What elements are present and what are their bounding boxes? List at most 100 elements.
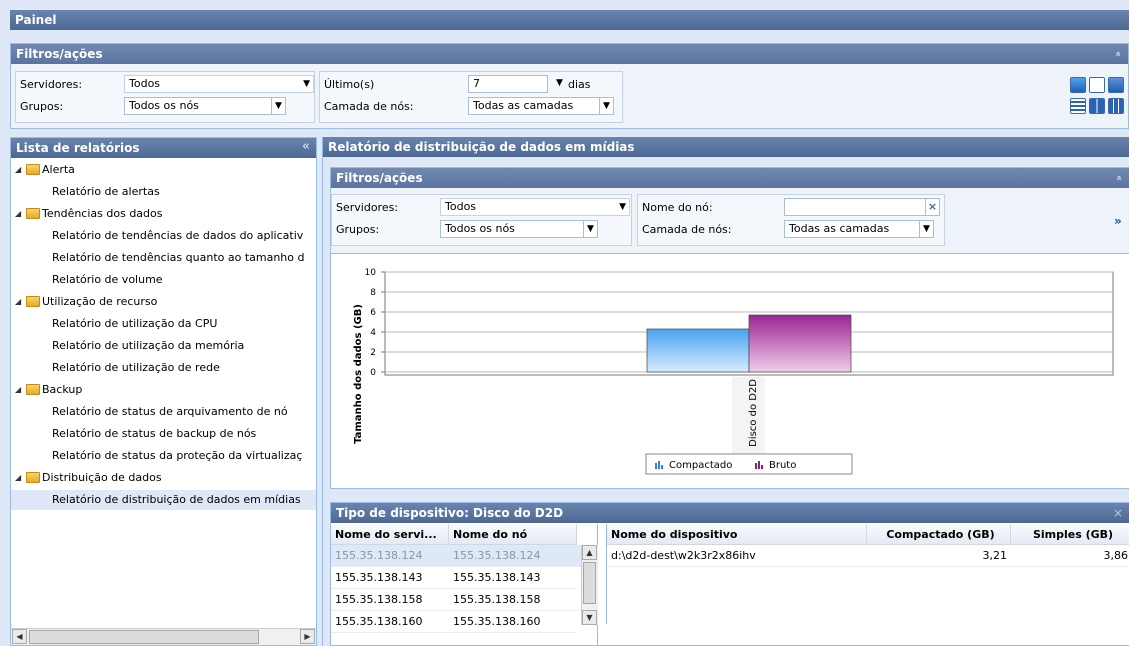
table-row[interactable]: 155.35.138.158 155.35.138.158 — [331, 589, 581, 611]
y-tick-label: 4 — [370, 328, 376, 338]
report-servers-label: Servidores: — [336, 201, 399, 214]
expand-triangle-icon[interactable]: ◢ — [15, 204, 21, 224]
tree-report-label: Relatório de status da proteção da virtu… — [52, 449, 303, 462]
tree-report-item[interactable]: Relatório de status de arquivamento de n… — [11, 402, 316, 422]
table-cell: 155.35.138.143 — [449, 567, 577, 589]
report-list-title: Lista de relatórios — [16, 141, 140, 155]
report-tier-combo[interactable]: Todas as camadas ▼ — [784, 220, 934, 238]
report-title: Relatório de distribuição de dados em mí… — [328, 140, 635, 154]
tree-report-item[interactable]: Relatório de alertas — [11, 182, 316, 202]
report-list-panel: Lista de relatórios « ◢ Alerta Relatório d… — [10, 137, 317, 646]
expand-triangle-icon[interactable]: ◢ — [15, 160, 21, 180]
expand-triangle-icon[interactable]: ◢ — [15, 292, 21, 312]
export-icon[interactable] — [1108, 77, 1124, 93]
detail-title-bar: Tipo de dispositivo: Disco do D2D × — [331, 503, 1129, 523]
panel-header: Painel — [0, 0, 1129, 34]
scroll-up-icon[interactable]: ▲ — [582, 545, 597, 560]
last-days-input[interactable]: 7 — [468, 75, 548, 93]
tree-report-item[interactable]: Relatório de utilização de rede — [11, 358, 316, 378]
column-header[interactable]: Compactado (GB) — [867, 524, 1011, 545]
scroll-thumb[interactable] — [583, 562, 596, 604]
tree-category-label: Backup — [42, 383, 83, 396]
collapse-up-icon[interactable]: » — [1109, 51, 1129, 57]
report-tier-label: Camada de nós: — [642, 223, 732, 236]
folder-icon — [26, 164, 40, 175]
tier-combo[interactable]: Todas as camadas ▼ — [468, 97, 614, 115]
legend: Compactado Bruto — [645, 453, 853, 475]
tree-category-label: Distribuição de dados — [42, 471, 162, 484]
last-days-value: 7 — [473, 77, 480, 90]
tree-report-label: Relatório de status de arquivamento de n… — [52, 405, 288, 418]
two-column-icon[interactable] — [1089, 98, 1105, 114]
email-icon[interactable] — [1089, 77, 1105, 93]
bar-compactado[interactable] — [646, 328, 750, 373]
table-cell: d:\d2d-dest\w2k3r2x86ihv — [607, 545, 867, 567]
tree-category[interactable]: ◢ Distribuição de dados — [11, 468, 316, 488]
report-groups-label: Grupos: — [336, 223, 380, 236]
tree-category[interactable]: ◢ Utilização de recurso — [11, 292, 316, 312]
node-name-label: Nome do nó: — [642, 201, 713, 214]
tree-report-item[interactable]: Relatório de utilização da memória — [11, 336, 316, 356]
report-servers-combo[interactable]: Todos ▼ — [440, 198, 630, 216]
last-label: Último(s) — [324, 78, 375, 91]
collapse-up-icon[interactable]: » — [1110, 175, 1129, 181]
clear-icon[interactable]: × — [925, 199, 939, 215]
node-name-input[interactable]: × — [784, 198, 940, 216]
expand-triangle-icon[interactable]: ◢ — [15, 468, 21, 488]
tree-category[interactable]: ◢ Backup — [11, 380, 316, 400]
scroll-thumb[interactable] — [29, 630, 259, 644]
scroll-left-icon[interactable]: ◀ — [12, 629, 27, 644]
column-header[interactable]: Simples (GB) — [1011, 524, 1129, 545]
table-row[interactable]: 155.35.138.160 155.35.138.160 — [331, 611, 581, 633]
folder-icon — [26, 296, 40, 307]
bar-bruto[interactable] — [748, 314, 852, 373]
dropdown-arrow-icon[interactable]: ▼ — [556, 78, 563, 88]
chart-panel: 0 2 4 6 8 10 Disco do D2D Tamanho dos dados (… — [330, 253, 1129, 489]
table-row[interactable]: 155.35.138.124 155.35.138.124 — [331, 545, 581, 567]
column-header[interactable]: Nome do nó — [449, 524, 577, 545]
tree-report-item[interactable]: Relatório de volume — [11, 270, 316, 290]
device-table: Nome do dispositivo Compactado (GB) Simple… — [606, 524, 1129, 624]
horizontal-scrollbar[interactable]: ◀ ▶ — [11, 628, 316, 645]
servers-groups-filter: Servidores: Todos ▼ Grupos: Todos os nós… — [15, 71, 315, 123]
table-cell: 3,86 — [1011, 545, 1129, 567]
groups-combo[interactable]: Todos os nós ▼ — [124, 97, 286, 115]
expand-right-icon[interactable]: » — [1114, 214, 1122, 228]
report-groups-combo[interactable]: Todos os nós ▼ — [440, 220, 598, 238]
tree-report-label: Relatório de utilização da memória — [52, 339, 245, 352]
tree-report-item[interactable]: Relatório de distribuição de dados em mí… — [11, 490, 316, 510]
dropdown-arrow-icon: ▼ — [271, 98, 285, 114]
tier-label: Camada de nós: — [324, 100, 414, 113]
three-column-icon[interactable] — [1108, 98, 1124, 114]
single-column-icon[interactable] — [1070, 98, 1086, 114]
report-panel: Relatório de distribuição de dados em mí… — [322, 137, 1129, 646]
legend-label: Compactado — [669, 460, 732, 471]
expand-triangle-icon[interactable]: ◢ — [15, 380, 21, 400]
refresh-icon[interactable] — [1070, 77, 1086, 93]
tree-report-item[interactable]: Relatório de status de backup de nós — [11, 424, 316, 444]
close-icon[interactable]: × — [1113, 503, 1123, 523]
y-tick-label: 6 — [370, 308, 376, 318]
collapse-left-icon[interactable]: « — [302, 137, 310, 157]
vertical-scrollbar[interactable]: ▲ ▼ — [581, 545, 598, 625]
report-tier-value: Todas as camadas — [789, 222, 890, 235]
tree-report-item[interactable]: Relatório de tendências quanto ao tamanh… — [11, 248, 316, 268]
tree-category[interactable]: ◢ Tendências dos dados — [11, 204, 316, 224]
tree-report-item[interactable]: Relatório de tendências de dados do apli… — [11, 226, 316, 246]
column-header[interactable]: Nome do dispositivo — [607, 524, 867, 545]
dropdown-arrow-icon: ▼ — [583, 221, 597, 237]
groups-label: Grupos: — [20, 100, 64, 113]
report-list-title-bar: Lista de relatórios « — [11, 138, 316, 158]
servers-combo[interactable]: Todos ▼ — [124, 75, 314, 93]
table-row[interactable]: 155.35.138.143 155.35.138.143 — [331, 567, 581, 589]
x-category-label: Disco do D2D — [748, 379, 759, 447]
column-header[interactable]: Nome do servi... — [331, 524, 449, 545]
tree-category[interactable]: ◢ Alerta — [11, 160, 316, 180]
tree-report-item[interactable]: Relatório de utilização da CPU — [11, 314, 316, 334]
report-filters-title: Filtros/ações — [336, 171, 423, 185]
tree-report-item[interactable]: Relatório de status da proteção da virtu… — [11, 446, 316, 466]
scroll-down-icon[interactable]: ▼ — [582, 610, 597, 625]
scroll-right-icon[interactable]: ▶ — [300, 629, 315, 644]
tree-report-label: Relatório de distribuição de dados em mí… — [52, 493, 301, 506]
table-row[interactable]: d:\d2d-dest\w2k3r2x86ihv 3,21 3,86 — [607, 545, 1129, 567]
